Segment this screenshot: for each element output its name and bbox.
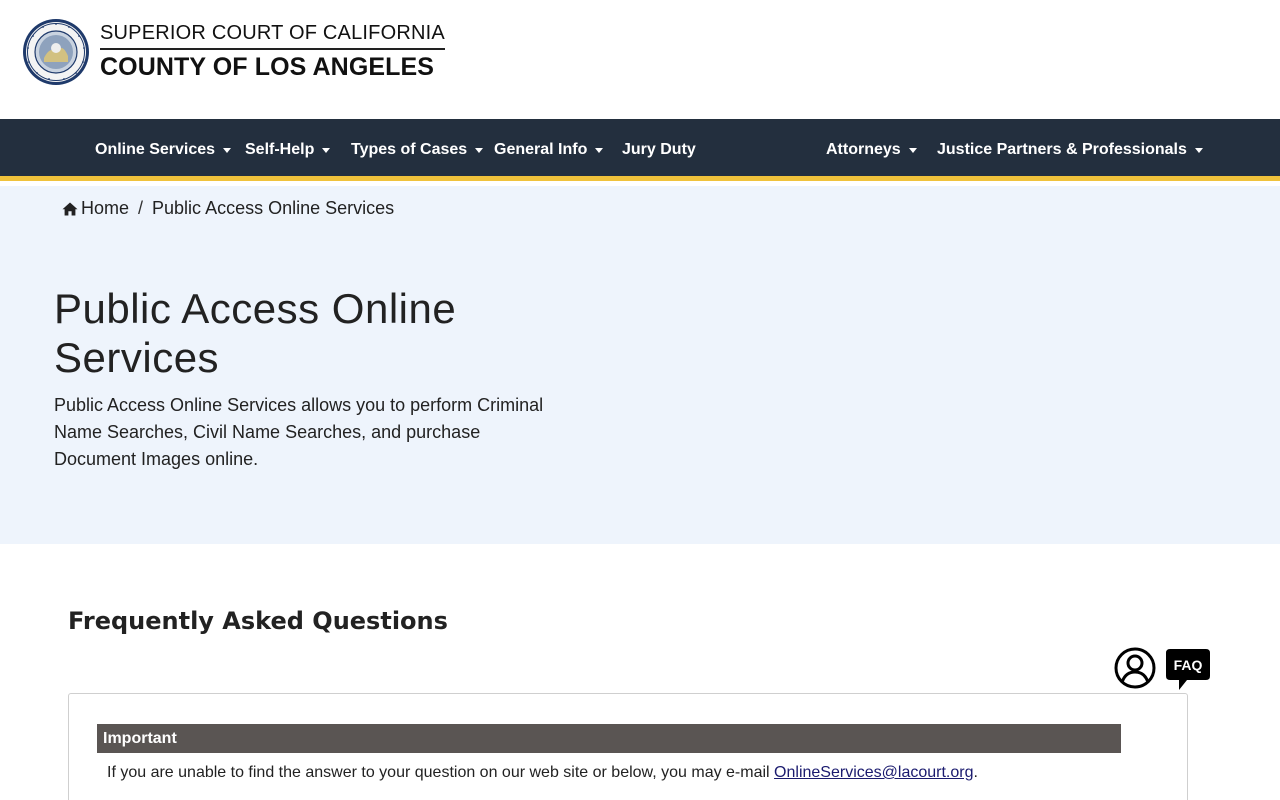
page-title: Public Access Online Services (54, 285, 457, 381)
nav-justice-partners[interactable]: Justice Partners & Professionals (937, 119, 1203, 181)
breadcrumb-separator: / (138, 198, 144, 218)
court-logo-link[interactable]: SUPERIOR COURT OF CALIFORNIA COUNTY OF L… (22, 18, 445, 86)
home-icon (62, 202, 78, 215)
caret-down-icon (595, 147, 604, 153)
breadcrumb-current: Public Access Online Services (152, 198, 395, 218)
main-navbar: Online Services Self-Help Types of Cases… (0, 119, 1280, 181)
caret-down-icon (223, 147, 232, 153)
court-seal-icon (23, 19, 89, 85)
faq-heading: Frequently Asked Questions (68, 607, 448, 635)
court-name-line2: COUNTY OF LOS ANGELES (100, 53, 435, 81)
hero-section: Home / Public Access Online Services Pub… (0, 186, 1280, 544)
page-description: Public Access Online Services allows you… (54, 395, 544, 469)
caret-down-icon (1194, 147, 1203, 153)
nav-label: Self-Help (245, 141, 315, 158)
nav-label: Jury Duty (622, 141, 696, 158)
faq-icon-text: FAQ (1174, 657, 1203, 673)
nav-label: General Info (494, 141, 588, 158)
important-message: If you are unable to find the answer to … (107, 764, 978, 782)
nav-label: Justice Partners & Professionals (937, 141, 1187, 158)
important-header: Important (97, 724, 1121, 753)
nav-online-services[interactable]: Online Services (95, 119, 232, 181)
court-name-line1: SUPERIOR COURT OF CALIFORNIA (100, 22, 445, 50)
faq-icon[interactable]: FAQ (1165, 648, 1211, 692)
nav-label: Types of Cases (351, 141, 468, 158)
important-text: If you are unable to find the answer to … (107, 764, 775, 781)
caret-down-icon (908, 147, 917, 153)
breadcrumb-home-link[interactable]: Home (62, 198, 129, 219)
caret-down-icon (322, 147, 331, 153)
caret-down-icon (475, 147, 484, 153)
breadcrumb: Home / Public Access Online Services (62, 198, 394, 219)
nav-label: Attorneys (826, 141, 901, 158)
nav-jury-duty[interactable]: Jury Duty (622, 119, 696, 181)
site-header: SUPERIOR COURT OF CALIFORNIA COUNTY OF L… (0, 0, 1280, 119)
nav-attorneys[interactable]: Attorneys (826, 119, 917, 181)
nav-label: Online Services (95, 141, 216, 158)
user-icon[interactable] (1114, 647, 1156, 689)
nav-self-help[interactable]: Self-Help (245, 119, 331, 181)
nav-types-of-cases[interactable]: Types of Cases (351, 119, 484, 181)
email-link[interactable]: OnlineServices@lacourt.org (774, 764, 973, 781)
court-name: SUPERIOR COURT OF CALIFORNIA COUNTY OF L… (100, 22, 445, 82)
faq-card: Important If you are unable to find the … (68, 693, 1188, 800)
nav-general-info[interactable]: General Info (494, 119, 604, 181)
important-text-end: . (973, 764, 978, 781)
breadcrumb-home-label: Home (81, 198, 130, 218)
